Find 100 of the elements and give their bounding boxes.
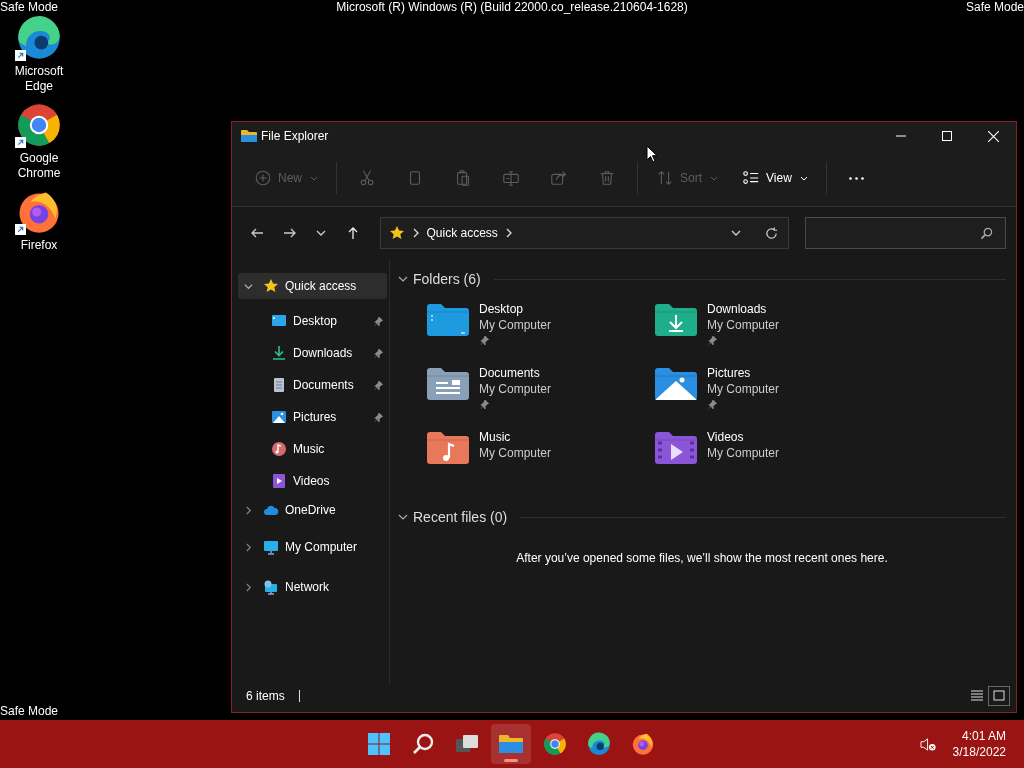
- view-button[interactable]: View: [732, 160, 818, 196]
- chevron-icon[interactable]: [244, 582, 253, 592]
- desktop-shortcut[interactable]: Google Chrome: [0, 102, 78, 181]
- folder-tile[interactable]: Downloads My Computer: [654, 301, 882, 365]
- view-icon: [742, 169, 761, 187]
- pin-icon: [479, 335, 490, 346]
- section-title: Recent files (0): [413, 509, 508, 525]
- pin-icon: [707, 335, 718, 346]
- folder-tile[interactable]: Desktop My Computer: [426, 301, 654, 365]
- cut-icon: [358, 169, 376, 187]
- paste-icon: [454, 169, 472, 187]
- safe-mode-label: Safe Mode: [965, 0, 1024, 14]
- search-field[interactable]: [805, 217, 1006, 249]
- windows-logo-icon: [367, 732, 391, 756]
- shortcut-arrow-icon: [15, 50, 26, 61]
- square-icon: [992, 689, 1006, 703]
- folder-icon: [654, 431, 698, 465]
- folder-icon: [426, 367, 470, 401]
- navigation-item[interactable]: Pictures: [238, 401, 387, 433]
- chevron-icon[interactable]: [398, 512, 408, 522]
- chrome-logo-icon: [543, 732, 567, 756]
- safe-mode-label: Safe Mode: [0, 0, 59, 14]
- search-icon: [980, 226, 993, 240]
- chevron-icon: [412, 228, 419, 238]
- mouse-cursor-icon: [646, 145, 658, 163]
- more-icon: [849, 176, 865, 180]
- navigation-item[interactable]: Documents: [238, 369, 387, 401]
- chevron-icon[interactable]: [244, 505, 253, 515]
- picture-icon: [271, 409, 287, 425]
- dropdown-icon[interactable]: [731, 230, 741, 236]
- edge-logo-icon: [16, 15, 62, 61]
- file-explorer-button[interactable]: [491, 724, 531, 764]
- monitor-icon: [263, 539, 279, 555]
- star-icon: [263, 278, 279, 294]
- pin-icon: [373, 411, 384, 423]
- pin-icon: [373, 379, 384, 391]
- navigation-item[interactable]: Music: [238, 433, 387, 465]
- folder-tile[interactable]: Pictures My Computer: [654, 365, 882, 429]
- chevron-icon[interactable]: [244, 542, 253, 552]
- navigation-item[interactable]: Downloads: [238, 337, 387, 369]
- pin-icon: [373, 347, 384, 359]
- refresh-icon[interactable]: [765, 226, 778, 240]
- chrome-logo-icon: [16, 102, 62, 148]
- music-icon: [271, 441, 287, 457]
- rename-icon: [502, 169, 520, 187]
- edge-logo-icon: [587, 732, 611, 756]
- pin-icon: [707, 399, 718, 410]
- monitor-icon: [271, 313, 287, 329]
- navigation-item[interactable]: Desktop: [238, 305, 387, 337]
- address-bar[interactable]: Quick access: [379, 217, 789, 249]
- muted-speaker-icon[interactable]: [920, 737, 937, 752]
- folder-icon: [654, 303, 698, 337]
- sort-icon: [656, 169, 674, 187]
- folder-icon: [426, 303, 470, 337]
- navigation-item[interactable]: Quick access: [238, 273, 387, 299]
- new-icon: [254, 169, 272, 187]
- desktop-shortcut[interactable]: Microsoft Edge: [0, 15, 78, 94]
- clock[interactable]: 4:01 AM 3/18/2022: [952, 728, 1006, 760]
- share-icon: [550, 169, 568, 187]
- navigation-item[interactable]: My Computer: [238, 531, 387, 563]
- folder-icon: [654, 367, 698, 401]
- document-icon: [271, 377, 287, 393]
- navigation-item[interactable]: Videos: [238, 465, 387, 497]
- delete-icon: [598, 169, 616, 187]
- breadcrumb[interactable]: Quick access: [426, 226, 498, 240]
- folder-icon: [241, 129, 257, 143]
- navigation-item[interactable]: OneDrive: [238, 497, 387, 523]
- folder-tile[interactable]: Documents My Computer: [426, 365, 654, 429]
- desktop-shortcut[interactable]: Firefox: [0, 189, 78, 253]
- firefox-logo-icon: [631, 732, 655, 756]
- chevron-icon: [505, 228, 512, 238]
- chevron-icon[interactable]: [244, 281, 253, 291]
- video-icon: [271, 473, 287, 489]
- shortcut-arrow-icon: [15, 137, 26, 148]
- download-icon: [271, 345, 287, 361]
- pin-icon: [479, 399, 490, 410]
- pin-icon: [373, 315, 384, 327]
- chevron-icon[interactable]: [398, 274, 408, 284]
- shortcut-arrow-icon: [15, 224, 26, 235]
- close-icon: [987, 130, 999, 142]
- network-icon: [263, 579, 279, 595]
- search-icon: [411, 732, 435, 756]
- build-text: Microsoft (R) Windows (R) (Build 22000.co_release.210604-1628): [336, 0, 688, 14]
- list-icon: [970, 689, 984, 703]
- navigation-item[interactable]: Network: [238, 571, 387, 603]
- folder-icon: [426, 431, 470, 465]
- star-icon: [388, 225, 405, 241]
- window-title: File Explorer: [261, 129, 329, 143]
- maximize-icon: [942, 131, 952, 141]
- folder-icon: [499, 734, 523, 754]
- section-title: Folders (6): [413, 271, 481, 287]
- folder-tile[interactable]: Videos My Computer: [654, 429, 882, 493]
- folder-tile[interactable]: Music My Computer: [426, 429, 654, 493]
- safe-mode-label: Safe Mode: [0, 704, 59, 718]
- arrow-right-icon: [283, 226, 298, 240]
- chevron-down-icon: [316, 230, 327, 236]
- item-count: 6 items: [246, 689, 285, 703]
- large-icons-view-button[interactable]: [988, 686, 1010, 706]
- empty-message: After you’ve opened some files, we’ll show the most recent ones here.: [515, 551, 889, 565]
- arrow-left-icon: [249, 226, 264, 240]
